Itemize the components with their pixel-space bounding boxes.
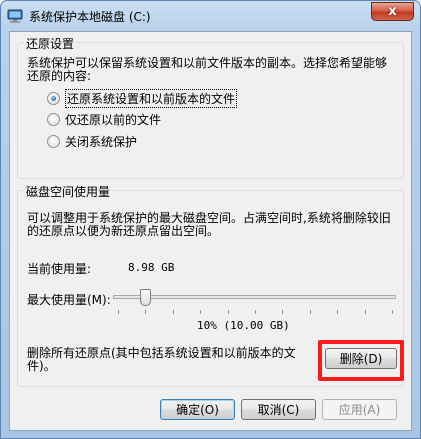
close-button[interactable]: x bbox=[371, 2, 414, 21]
slider-tick bbox=[172, 310, 174, 314]
slider-ticks bbox=[118, 310, 393, 314]
apply-button[interactable]: 应用(A) bbox=[322, 399, 397, 420]
slider-tick bbox=[200, 310, 202, 314]
disk-usage-title: 磁盘空间使用量 bbox=[24, 183, 113, 200]
cancel-button[interactable]: 取消(C) bbox=[241, 399, 316, 420]
slider-tick bbox=[255, 310, 256, 314]
radio-label[interactable]: 还原系统设置和以前版本的文件 bbox=[65, 89, 238, 108]
slider-tick bbox=[337, 310, 339, 314]
max-usage-value: 10% (10.00 GB) bbox=[197, 319, 290, 332]
radio-turn-off-protection[interactable]: 关闭系统保护 bbox=[47, 133, 137, 150]
max-usage-slider-thumb[interactable] bbox=[140, 289, 152, 306]
slider-tick bbox=[145, 310, 147, 314]
close-icon: x bbox=[388, 4, 397, 19]
current-usage-value: 8.98 GB bbox=[128, 261, 175, 274]
slider-tick bbox=[364, 310, 366, 314]
radio-label[interactable]: 仅还原以前的文件 bbox=[65, 111, 161, 128]
slider-tick bbox=[282, 310, 284, 314]
radio-restore-files-only[interactable]: 仅还原以前的文件 bbox=[47, 111, 161, 128]
delete-description: 删除所有还原点(其中包括系统设置和以前版本的文件)。 bbox=[27, 346, 296, 373]
radio-button[interactable] bbox=[47, 113, 60, 126]
computer-icon bbox=[7, 9, 23, 23]
title-bar[interactable]: 系统保护本地磁盘 (C:) x bbox=[1, 1, 420, 31]
restore-settings-description: 系统保护可以保留系统设置和以前文件版本的副本。选择您希望能够还原的内容: bbox=[27, 56, 388, 83]
disk-usage-description: 可以调整用于系统保护的最大磁盘空间。占满空间时,系统将删除较旧的还原点以便为新还… bbox=[27, 211, 391, 238]
current-usage-label: 当前使用量: bbox=[27, 262, 92, 276]
slider-tick bbox=[227, 310, 229, 314]
restore-settings-group: 还原设置 系统保护可以保留系统设置和以前文件版本的副本。选择您希望能够还原的内容… bbox=[17, 35, 404, 179]
slider-tick bbox=[309, 310, 311, 314]
dialog-window: 系统保护本地磁盘 (C:) x 还原设置 系统保护可以保留系统设置和以前文件版本… bbox=[0, 0, 421, 439]
radio-button[interactable] bbox=[47, 135, 60, 148]
slider-tick bbox=[118, 310, 119, 314]
ok-button[interactable]: 确定(O) bbox=[160, 399, 235, 420]
max-usage-label: 最大使用量(M): bbox=[27, 293, 111, 307]
dialog-body: 还原设置 系统保护可以保留系统设置和以前文件版本的副本。选择您希望能够还原的内容… bbox=[9, 31, 412, 431]
delete-button[interactable]: 删除(D) bbox=[325, 348, 397, 369]
radio-label[interactable]: 关闭系统保护 bbox=[65, 133, 137, 150]
restore-settings-title: 还原设置 bbox=[24, 35, 77, 52]
window-title: 系统保护本地磁盘 (C:) bbox=[29, 10, 151, 24]
slider-tick bbox=[392, 310, 393, 314]
max-usage-slider-track[interactable] bbox=[113, 295, 396, 299]
radio-button-checked[interactable] bbox=[47, 92, 60, 105]
radio-restore-system-and-files[interactable]: 还原系统设置和以前版本的文件 bbox=[47, 89, 238, 108]
